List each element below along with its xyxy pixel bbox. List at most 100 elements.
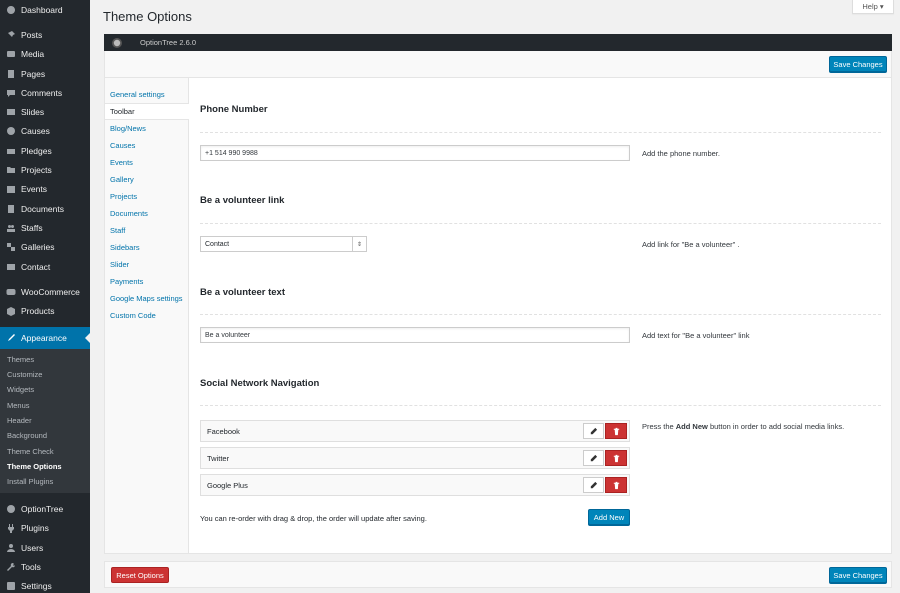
- tab-google-maps-settings[interactable]: Google Maps settings: [105, 290, 188, 307]
- list-item[interactable]: Twitter: [200, 447, 630, 469]
- tab-gallery[interactable]: Gallery: [105, 171, 188, 188]
- sidebar-item-plugins[interactable]: Plugins: [0, 519, 90, 538]
- tab-events[interactable]: Events: [105, 154, 188, 171]
- sidebar-item-products[interactable]: Products: [0, 301, 90, 320]
- tab-blog-news[interactable]: Blog/News: [105, 120, 188, 137]
- submenu-item-widgets[interactable]: Widgets: [0, 382, 90, 397]
- sidebar-item-documents[interactable]: Documents: [0, 199, 90, 218]
- page-title: Theme Options: [103, 9, 192, 24]
- sidebar-item-dashboard[interactable]: Dashboard: [0, 0, 90, 19]
- sidebar-item-label: Tools: [21, 561, 41, 572]
- divider: [200, 314, 881, 315]
- divider: [200, 132, 881, 133]
- list-item-label: Google Plus: [207, 480, 248, 490]
- sidebar-item-label: Products: [21, 306, 55, 317]
- tab-causes[interactable]: Causes: [105, 137, 188, 154]
- sidebar-item-comments[interactable]: Comments: [0, 83, 90, 102]
- reset-options-button[interactable]: Reset Options: [111, 567, 169, 583]
- optiontree-header: OptionTree 2.6.0: [104, 34, 892, 51]
- slides-icon: [6, 107, 16, 117]
- divider: [200, 223, 881, 224]
- sidebar-item-causes[interactable]: Causes: [0, 122, 90, 141]
- submenu-item-theme-check[interactable]: Theme Check: [0, 444, 90, 459]
- page-icon: [6, 69, 16, 79]
- appearance-icon: [6, 333, 16, 343]
- submenu-item-install-plugins[interactable]: Install Plugins: [0, 474, 90, 489]
- delete-button[interactable]: [605, 450, 627, 466]
- save-changes-button-bottom[interactable]: Save Changes: [829, 567, 887, 583]
- item-actions: [583, 477, 627, 493]
- tab-toolbar[interactable]: Toolbar: [105, 103, 189, 120]
- tab-slider[interactable]: Slider: [105, 256, 188, 273]
- sidebar-item-events[interactable]: Events: [0, 180, 90, 199]
- volunteer-link-title: Be a volunteer link: [200, 195, 285, 206]
- pencil-icon: [590, 481, 598, 488]
- admin-sidebar: Dashboard Posts Media Pages Comments Slides Ca…: [0, 0, 90, 593]
- submenu-item-themes[interactable]: Themes: [0, 352, 90, 367]
- tab-documents[interactable]: Documents: [105, 205, 188, 222]
- list-item[interactable]: Google Plus: [200, 474, 630, 496]
- sidebar-item-label: Posts: [21, 29, 43, 40]
- tab-payments[interactable]: Payments: [105, 273, 188, 290]
- social-navigation-description: Press the Add New button in order to add…: [642, 422, 845, 431]
- volunteer-text-input[interactable]: [200, 327, 630, 343]
- tab-sidebars[interactable]: Sidebars: [105, 239, 188, 256]
- sidebar-item-projects[interactable]: Projects: [0, 160, 90, 179]
- optiontree-icon: [6, 504, 16, 514]
- add-new-button[interactable]: Add New: [588, 509, 630, 525]
- tab-staff[interactable]: Staff: [105, 222, 188, 239]
- submenu-item-background[interactable]: Background: [0, 428, 90, 443]
- divider: [200, 405, 881, 406]
- sidebar-item-media[interactable]: Media: [0, 45, 90, 64]
- edit-button[interactable]: [583, 477, 604, 493]
- sidebar-item-pages[interactable]: Pages: [0, 64, 90, 83]
- sidebar-item-appearance[interactable]: Appearance: [0, 326, 90, 349]
- tab-projects[interactable]: Projects: [105, 188, 188, 205]
- sidebar-item-label: Users: [21, 542, 44, 553]
- save-changes-button-top[interactable]: Save Changes: [829, 56, 887, 72]
- submenu-item-theme-options[interactable]: Theme Options: [0, 459, 90, 474]
- sidebar-item-label: Galleries: [21, 242, 55, 253]
- reorder-note: You can re-order with drag & drop, the o…: [200, 514, 427, 523]
- optiontree-version: OptionTree 2.6.0: [140, 38, 197, 47]
- sidebar-item-contact[interactable]: Contact: [0, 257, 90, 276]
- sidebar-item-tools[interactable]: Tools: [0, 557, 90, 576]
- edit-button[interactable]: [583, 423, 604, 439]
- trash-icon: [613, 454, 619, 462]
- sidebar-item-label: Settings: [21, 581, 52, 592]
- sidebar-item-optiontree[interactable]: OptionTree: [0, 499, 90, 518]
- sidebar-item-woocommerce[interactable]: WooCommerce: [0, 282, 90, 301]
- sidebar-item-label: Contact: [21, 261, 51, 272]
- submenu-item-menus[interactable]: Menus: [0, 398, 90, 413]
- sidebar-item-label: Media: [21, 49, 45, 60]
- sidebar-item-label: Events: [21, 184, 47, 195]
- sidebar-item-label: Causes: [21, 126, 50, 137]
- volunteer-link-selected-value: Contact: [205, 240, 230, 248]
- phone-number-input[interactable]: [200, 145, 630, 161]
- delete-button[interactable]: [605, 477, 627, 493]
- submenu-item-customize[interactable]: Customize: [0, 367, 90, 382]
- submenu-item-header[interactable]: Header: [0, 413, 90, 428]
- edit-button[interactable]: [583, 450, 604, 466]
- tab-general-settings[interactable]: General settings: [105, 86, 188, 103]
- phone-number-title: Phone Number: [200, 104, 268, 115]
- list-item[interactable]: Facebook: [200, 420, 630, 442]
- item-actions: [583, 423, 627, 439]
- options-panel: General settings Toolbar Blog/News Causes Ev…: [104, 78, 892, 554]
- volunteer-link-select[interactable]: Contact ⇕: [200, 236, 367, 252]
- delete-button[interactable]: [605, 423, 627, 439]
- sidebar-item-galleries[interactable]: Galleries: [0, 238, 90, 257]
- sidebar-item-label: Plugins: [21, 523, 49, 534]
- sidebar-item-slides[interactable]: Slides: [0, 102, 90, 121]
- sidebar-item-staffs[interactable]: Staffs: [0, 218, 90, 237]
- top-action-bar: Save Changes: [104, 51, 892, 78]
- sidebar-item-label: WooCommerce: [21, 286, 80, 297]
- sidebar-item-settings[interactable]: Settings: [0, 577, 90, 593]
- pledges-icon: [6, 146, 16, 156]
- help-tab[interactable]: Help ▾: [852, 0, 894, 14]
- sidebar-item-pledges[interactable]: Pledges: [0, 141, 90, 160]
- sidebar-item-posts[interactable]: Posts: [0, 25, 90, 44]
- sidebar-item-users[interactable]: Users: [0, 538, 90, 557]
- social-navigation-title: Social Network Navigation: [200, 378, 320, 389]
- tab-custom-code[interactable]: Custom Code: [105, 307, 188, 324]
